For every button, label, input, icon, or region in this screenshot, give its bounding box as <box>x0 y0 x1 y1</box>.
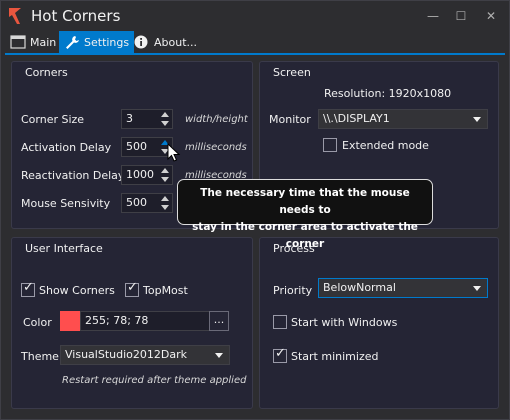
resolution-text: Resolution: 1920x1080 <box>324 87 452 100</box>
activation-delay-unit: milliseconds <box>185 142 247 153</box>
checkmark-icon: ✓ <box>23 280 34 295</box>
extended-mode-label: Extended mode <box>342 139 429 152</box>
tab-bar: Main Settings About... <box>5 31 505 55</box>
start-minimized-label: Start minimized <box>291 350 379 363</box>
topmost-checkbox[interactable]: ✓ <box>125 280 139 297</box>
color-swatch[interactable] <box>60 311 80 331</box>
close-button[interactable]: ✕ <box>481 7 501 25</box>
monitor-select[interactable]: \\.\DISPLAY1 <box>318 109 488 129</box>
extended-mode-checkbox[interactable] <box>323 138 337 152</box>
corner-size-label: Corner Size <box>21 113 85 126</box>
reactivation-delay-stepper[interactable] <box>160 165 172 185</box>
reactivation-delay-label: Reactivation Delay <box>21 169 125 182</box>
show-corners-label: Show Corners <box>39 284 115 297</box>
chevron-down-icon <box>215 353 223 358</box>
hot-corners-window: Hot Corners — ☐ ✕ Main Settings About...… <box>0 0 510 420</box>
tooltip-line-1: The necessary time that the mouse needs … <box>200 187 410 216</box>
checkmark-icon: ✓ <box>127 280 138 295</box>
tab-underline <box>5 53 505 55</box>
show-corners-checkbox[interactable]: ✓ <box>21 280 35 297</box>
maximize-button[interactable]: ☐ <box>451 7 471 25</box>
app-logo-icon <box>9 8 21 24</box>
checkmark-icon: ✓ <box>275 346 286 361</box>
tab-about-label: About... <box>154 35 198 49</box>
activation-delay-tooltip: The necessary time that the mouse needs … <box>177 179 433 250</box>
start-with-windows-checkbox[interactable] <box>273 315 287 329</box>
tab-main-label: Main <box>30 35 57 49</box>
window-icon <box>10 35 26 49</box>
mouse-cursor-icon <box>167 143 181 162</box>
theme-select[interactable]: VisualStudio2012Dark <box>60 345 230 365</box>
theme-label: Theme <box>21 350 59 363</box>
monitor-label: Monitor <box>269 113 311 126</box>
minimize-button[interactable]: — <box>423 7 443 25</box>
theme-select-value: VisualStudio2012Dark <box>65 348 187 361</box>
monitor-select-value: \\.\DISPLAY1 <box>323 112 390 125</box>
corners-title: Corners <box>25 66 68 79</box>
priority-select-value: BelowNormal <box>323 281 396 294</box>
tab-settings[interactable]: Settings <box>59 31 135 53</box>
window-title: Hot Corners <box>31 7 121 25</box>
corner-size-unit: width/height <box>185 114 248 125</box>
mouse-sensivity-stepper[interactable] <box>160 193 172 213</box>
priority-select[interactable]: BelowNormal <box>318 278 488 298</box>
color-picker-button[interactable]: ... <box>209 311 229 331</box>
wrench-icon <box>66 36 79 49</box>
theme-note: Restart required after theme applied <box>62 375 247 386</box>
info-icon <box>134 35 148 49</box>
title-bar[interactable]: Hot Corners — ☐ ✕ <box>1 1 509 31</box>
chevron-down-icon <box>473 286 481 291</box>
screen-title: Screen <box>273 66 311 79</box>
activation-delay-label: Activation Delay <box>21 141 112 154</box>
start-with-windows-label: Start with Windows <box>291 316 398 329</box>
color-label: Color <box>23 316 52 329</box>
topmost-label: TopMost <box>143 284 188 297</box>
mouse-sensivity-label: Mouse Sensivity <box>21 197 111 210</box>
tab-settings-label: Settings <box>84 35 130 49</box>
user-interface-title: User Interface <box>25 242 103 255</box>
corner-size-stepper[interactable] <box>160 109 172 129</box>
priority-label: Priority <box>273 284 313 297</box>
color-value[interactable]: 255; 78; 78 <box>80 311 210 331</box>
chevron-down-icon <box>473 117 481 122</box>
tooltip-line-2: stay in the corner area to activate the … <box>192 221 418 250</box>
tab-main[interactable]: Main <box>5 31 61 53</box>
start-minimized-checkbox[interactable]: ✓ <box>273 346 287 363</box>
tab-about[interactable]: About... <box>129 31 202 53</box>
